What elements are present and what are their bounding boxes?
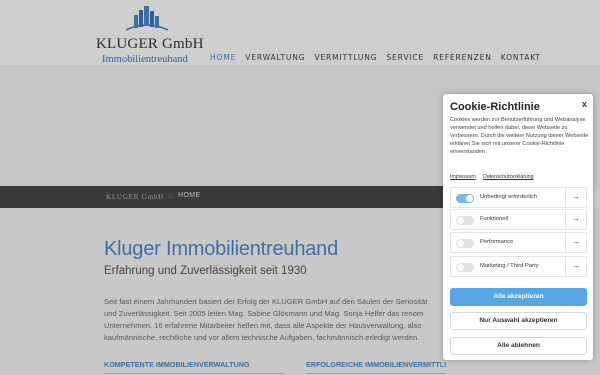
cookie-category-performance[interactable]: Performance → <box>450 232 587 253</box>
toggle-switch[interactable] <box>456 194 474 203</box>
arrow-right-icon[interactable]: → <box>572 192 580 201</box>
paragraph-line: und Zuverlässigkeit. Seit 2005 leiten Ma… <box>104 309 424 319</box>
nav-service[interactable]: SERVICE <box>386 53 424 62</box>
divider <box>565 233 566 252</box>
category-label: Funktionell <box>480 216 509 222</box>
close-icon[interactable]: x <box>582 99 587 109</box>
section-heading-verwaltung: KOMPETENTE IMMOBILIENVERWALTUNG <box>104 360 250 369</box>
toggle-switch[interactable] <box>456 239 474 248</box>
logo-name: KLUGER GmbH <box>96 36 204 52</box>
intro-paragraph: Seit fast einem Jahrhundert basiert der … <box>104 296 449 344</box>
divider <box>565 210 566 229</box>
nav-vermittlung[interactable]: VERMITTLUNG <box>314 53 377 62</box>
nav-referenzen[interactable]: REFERENZEN <box>433 53 492 62</box>
divider <box>565 188 566 207</box>
toggle-switch[interactable] <box>456 216 474 225</box>
breadcrumb-home-icon: ⌂ <box>168 191 173 200</box>
section-heading-vermittlung: ERFOLGREICHE IMMOBILIENVERMITTLUNG <box>306 360 446 369</box>
nav-kontakt[interactable]: KONTAKT <box>501 53 541 62</box>
impressum-link[interactable]: Impressum <box>450 174 476 180</box>
arrow-right-icon[interactable]: → <box>572 261 580 270</box>
page-subtitle: Erfahrung und Zuverlässigkeit seit 1930 <box>104 265 307 277</box>
breadcrumb-site[interactable]: KLUGER GmbH <box>106 193 164 201</box>
main-nav: HOME VERWALTUNG VERMITTLUNG SERVICE REFE… <box>210 53 550 62</box>
section-divider <box>306 373 446 374</box>
breadcrumb-current: HOME <box>178 192 201 199</box>
nav-verwaltung[interactable]: VERWALTUNG <box>245 53 305 62</box>
arrow-right-icon[interactable]: → <box>572 237 580 246</box>
paragraph-line: Seit fast einem Jahrhundert basiert der … <box>104 297 428 306</box>
nav-home[interactable]: HOME <box>210 53 236 62</box>
section-divider <box>104 373 284 374</box>
cookie-description: Cookies werden zur Benutzerführung und W… <box>450 117 589 156</box>
cookie-category-functional[interactable]: Funktionell → <box>450 209 587 230</box>
toggle-switch[interactable] <box>456 263 474 272</box>
cookie-title: Cookie-Richtlinie <box>450 101 540 113</box>
category-label: Performance <box>480 239 514 245</box>
cookie-category-marketing[interactable]: Marketing / Third Party → <box>450 256 587 277</box>
accept-selection-button[interactable]: Nur Auswahl akzeptieren <box>450 312 587 330</box>
cookie-links: Impressum Datenschutzerklärung <box>450 174 540 180</box>
cookie-dialog: Cookie-Richtlinie x Cookies werden zur B… <box>443 94 593 360</box>
arrow-right-icon[interactable]: → <box>572 214 580 223</box>
category-label: Marketing / Third Party <box>480 263 539 269</box>
skyline-logo-icon <box>125 6 169 31</box>
accept-all-button[interactable]: Alle akzeptieren <box>450 288 587 306</box>
breadcrumb: KLUGER GmbH ⌂ HOME <box>0 186 460 208</box>
site-header: KLUGER GmbH Immobilientreuhand HOME VERW… <box>0 0 600 67</box>
logo-subtitle: Immobilientreuhand <box>102 54 188 65</box>
privacy-link[interactable]: Datenschutzerklärung <box>483 174 533 180</box>
paragraph-line: kaufmännische, rechtliche und vor allem … <box>104 333 420 343</box>
category-label: Unbedingt erforderlich <box>480 194 538 200</box>
page-title: Kluger Immobilientreuhand <box>104 238 339 260</box>
reject-all-button[interactable]: Alle ablehnen <box>450 337 587 355</box>
divider <box>565 257 566 276</box>
paragraph-line: Unternehmen. 16 erfahrene Mitarbeiter he… <box>104 321 422 331</box>
logo[interactable]: KLUGER GmbH Immobilientreuhand <box>96 6 203 66</box>
cookie-category-essential[interactable]: Unbedingt erforderlich → <box>450 187 587 208</box>
